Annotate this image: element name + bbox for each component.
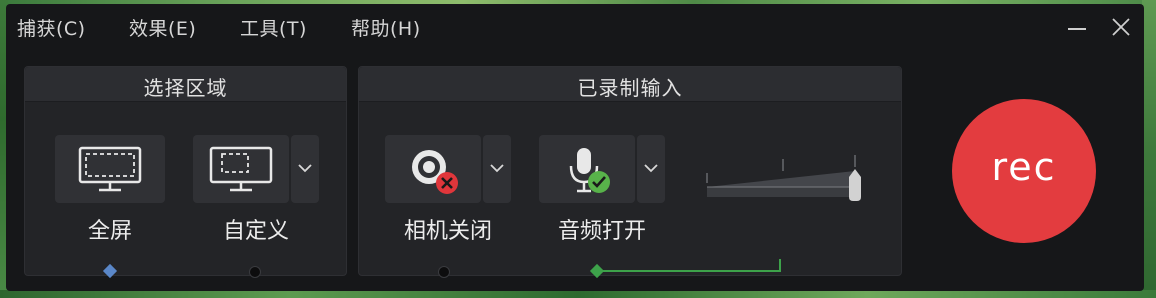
desktop-background xyxy=(1142,0,1156,298)
menu-help[interactable]: 帮助(H) xyxy=(351,14,421,41)
chevron-down-icon xyxy=(490,164,504,173)
audio-connector-line xyxy=(603,270,781,272)
menu-bar: 捕获(C) 效果(E) 工具(T) 帮助(H) xyxy=(6,4,1144,48)
close-icon xyxy=(1112,18,1130,36)
microphone-icon xyxy=(569,148,610,193)
audio-dropdown[interactable] xyxy=(637,135,665,203)
camera-dropdown[interactable] xyxy=(483,135,511,203)
recorded-input-panel: 已录制输入 相机关闭 音频打开 xyxy=(358,66,902,279)
desktop-background xyxy=(0,290,1156,298)
chevron-down-icon xyxy=(644,164,658,173)
check-circle-icon xyxy=(588,171,610,193)
close-button[interactable] xyxy=(1106,12,1136,42)
monitor-dashed-region-icon xyxy=(209,146,273,192)
menu-capture[interactable]: 捕获(C) xyxy=(17,14,86,41)
camera-toggle-button[interactable] xyxy=(385,135,481,203)
recorded-input-title: 已录制输入 xyxy=(577,76,683,100)
chevron-down-icon xyxy=(298,164,312,173)
custom-region-indicator xyxy=(249,266,261,278)
audio-active-indicator xyxy=(589,263,605,279)
monitor-dashed-full-icon xyxy=(78,146,142,192)
custom-region-button[interactable] xyxy=(193,135,289,203)
fullscreen-label: 全屏 xyxy=(87,219,132,244)
panel-header: 已录制输入 xyxy=(359,67,901,102)
fullscreen-selected-indicator xyxy=(102,263,118,279)
menu-effects[interactable]: 效果(E) xyxy=(129,14,196,41)
audio-label: 音频打开 xyxy=(557,219,646,244)
webcam-icon xyxy=(412,150,458,194)
x-circle-icon xyxy=(436,172,458,194)
custom-region-label: 自定义 xyxy=(222,219,289,244)
audio-toggle-button[interactable] xyxy=(539,135,635,203)
minimize-icon xyxy=(1068,28,1086,30)
panel-header: 选择区域 xyxy=(25,67,346,102)
audio-volume-slider[interactable] xyxy=(699,149,869,209)
camera-indicator xyxy=(438,266,450,278)
select-area-panel: 选择区域 全屏 自定义 xyxy=(24,66,347,279)
audio-connector-line xyxy=(779,259,781,272)
minimize-button[interactable] xyxy=(1062,12,1092,42)
record-button-label: rec xyxy=(991,145,1057,189)
camera-label: 相机关闭 xyxy=(403,219,492,244)
custom-region-dropdown[interactable] xyxy=(291,135,319,203)
fullscreen-button[interactable] xyxy=(55,135,165,203)
select-area-title: 选择区域 xyxy=(143,76,228,100)
record-button[interactable]: rec xyxy=(952,99,1096,243)
menu-tools[interactable]: 工具(T) xyxy=(240,14,307,41)
recorder-window: 捕获(C) 效果(E) 工具(T) 帮助(H) 选择区域 全屏 自定义 已录制输… xyxy=(6,4,1144,291)
